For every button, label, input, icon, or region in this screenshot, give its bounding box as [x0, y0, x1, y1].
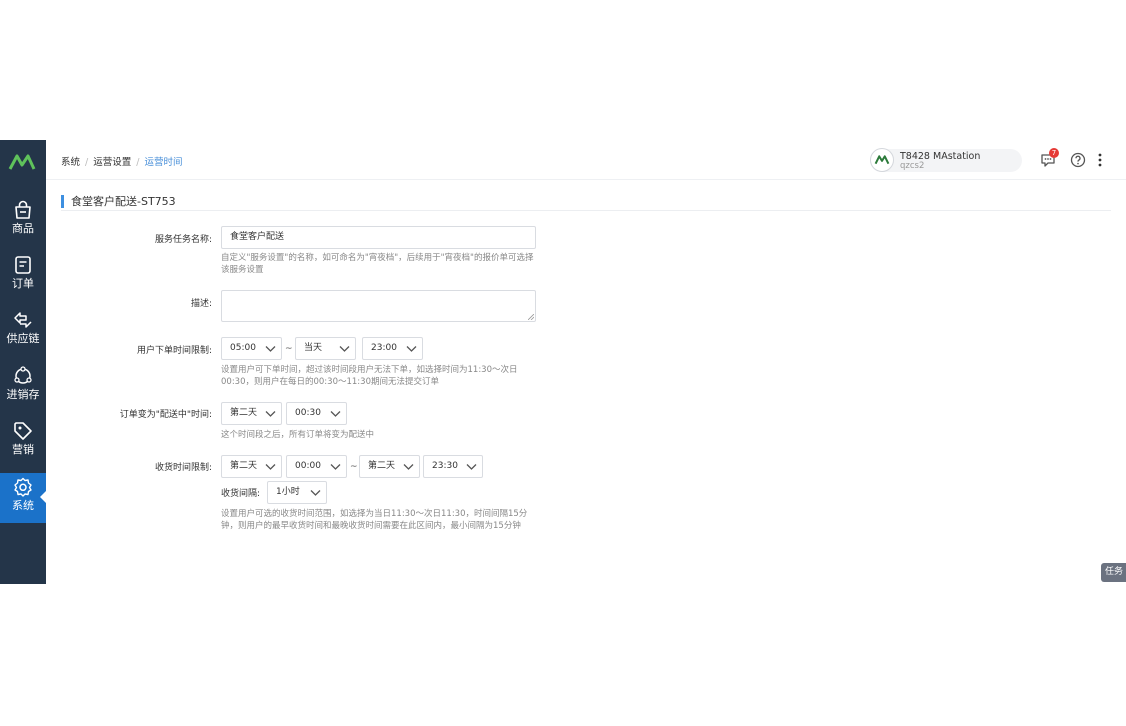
- description-textarea[interactable]: [221, 290, 536, 322]
- store-switcher[interactable]: T8428 MAstation qzcs2: [870, 148, 1022, 172]
- sidebar-item-marketing[interactable]: 营销: [0, 417, 46, 467]
- range-separator: ~: [285, 344, 293, 354]
- chevron-down-icon: [330, 411, 341, 417]
- breadcrumb: 系统 / 运营设置 / 运营时间: [61, 154, 182, 168]
- delivery-time-select[interactable]: 00:30: [286, 402, 347, 425]
- breadcrumb-item-operation-settings[interactable]: 运营设置: [93, 157, 131, 168]
- receive-interval-select[interactable]: 1小时: [267, 481, 327, 504]
- store-logo-icon: [870, 148, 894, 172]
- receive-time-limit-label: 收货时间限制:: [154, 463, 212, 473]
- service-name-label: 服务任务名称:: [154, 235, 212, 245]
- store-code: qzcs2: [900, 161, 925, 171]
- chevron-down-icon: [265, 346, 276, 352]
- notification-badge: 7: [1049, 148, 1059, 158]
- receive-interval-label: 收货间隔:: [221, 489, 261, 499]
- breadcrumb-item-operation-time: 运营时间: [144, 157, 183, 168]
- delivery-status-time-hint: 这个时间段之后，所有订单将变为配送中: [221, 430, 375, 440]
- inventory-cycle-icon: [14, 366, 32, 384]
- document-icon: [15, 256, 31, 274]
- sidebar-item-label: 营销: [12, 443, 34, 456]
- task-button[interactable]: 任务: [1101, 563, 1126, 582]
- chevron-down-icon: [403, 464, 414, 470]
- sidebar-item-orders[interactable]: 订单: [0, 251, 46, 301]
- section-divider: [61, 210, 1111, 211]
- service-name-input[interactable]: 食堂客户配送: [221, 226, 536, 249]
- top-header: 系统 / 运营设置 / 运营时间 T8428 MAstation qzcs2 7: [46, 140, 1126, 180]
- chevron-down-icon: [406, 346, 417, 352]
- description-label: 描述:: [190, 299, 212, 309]
- sidebar-item-label: 商品: [12, 222, 34, 235]
- sidebar-item-supply-chain[interactable]: 供应链: [0, 306, 46, 356]
- more-vertical-icon[interactable]: [1092, 152, 1108, 168]
- order-time-limit-label: 用户下单时间限制:: [136, 346, 212, 356]
- order-end-time-value: 23:00: [371, 343, 397, 353]
- order-day-value: 当天: [304, 343, 323, 353]
- delivery-time-value: 00:30: [295, 408, 321, 418]
- receive-start-day-value: 第二天: [230, 461, 258, 471]
- tag-icon: [14, 422, 32, 440]
- shopping-basket-icon: [15, 200, 31, 219]
- order-end-time-select[interactable]: 23:00: [362, 337, 423, 360]
- exchange-arrows-icon: [14, 312, 32, 328]
- chevron-down-icon: [310, 490, 321, 496]
- chevron-down-icon: [339, 346, 350, 352]
- receive-start-time-select[interactable]: 00:00: [286, 455, 347, 478]
- order-time-limit-hint: 设置用户可下单时间，超过该时间段用户无法下单，如选择时间为11:30～次日00:…: [221, 365, 518, 387]
- sidebar-item-label: 订单: [12, 277, 34, 290]
- sidebar-item-label: 供应链: [6, 332, 40, 345]
- receive-end-day-select[interactable]: 第二天: [359, 455, 420, 478]
- service-name-hint: 自定义"服务设置"的名称，如可命名为"宵夜档"，后续用于"宵夜档"的报价单可选择…: [221, 253, 534, 275]
- breadcrumb-separator: /: [85, 157, 89, 168]
- receive-start-time-value: 00:00: [295, 461, 321, 471]
- gear-icon: [14, 477, 32, 497]
- order-start-time-select[interactable]: 05:00: [221, 337, 282, 360]
- receive-time-limit-hint: 设置用户可选的收货时间范围，如选择为当日11:30～次日11:30，时间间隔15…: [221, 509, 528, 531]
- help-icon[interactable]: [1070, 152, 1086, 168]
- sidebar-item-label: 进销存: [6, 388, 40, 401]
- receive-end-time-value: 23:30: [432, 461, 458, 471]
- sidebar-item-label: 系统: [12, 499, 34, 512]
- delivery-day-value: 第二天: [230, 408, 258, 418]
- range-separator: ~: [350, 462, 358, 472]
- sidebar: 商品 订单 供应链 进销存 营销 系统: [0, 140, 46, 584]
- chevron-down-icon: [330, 464, 341, 470]
- breadcrumb-item-system[interactable]: 系统: [61, 157, 80, 168]
- chevron-down-icon: [265, 464, 276, 470]
- receive-interval-value: 1小时: [276, 487, 300, 497]
- resize-handle-icon[interactable]: [528, 314, 534, 320]
- breadcrumb-separator: /: [136, 157, 140, 168]
- delivery-status-time-label: 订单变为"配送中"时间:: [119, 410, 212, 420]
- delivery-day-select[interactable]: 第二天: [221, 402, 282, 425]
- receive-start-day-select[interactable]: 第二天: [221, 455, 282, 478]
- sidebar-item-goods[interactable]: 商品: [0, 196, 46, 246]
- sidebar-item-system[interactable]: 系统: [0, 473, 46, 523]
- chevron-down-icon: [466, 464, 477, 470]
- section-title: 食堂客户配送-ST753: [61, 195, 176, 208]
- brand-logo-icon: [8, 154, 36, 170]
- chevron-down-icon: [265, 411, 276, 417]
- sidebar-item-inventory[interactable]: 进销存: [0, 362, 46, 412]
- receive-end-day-value: 第二天: [368, 461, 396, 471]
- receive-end-time-select[interactable]: 23:30: [423, 455, 483, 478]
- order-day-select[interactable]: 当天: [295, 337, 356, 360]
- order-start-time-value: 05:00: [230, 343, 256, 353]
- app-window: 商品 订单 供应链 进销存 营销 系统 系统 / 运营设置 / 运营时间 T84…: [0, 140, 1126, 584]
